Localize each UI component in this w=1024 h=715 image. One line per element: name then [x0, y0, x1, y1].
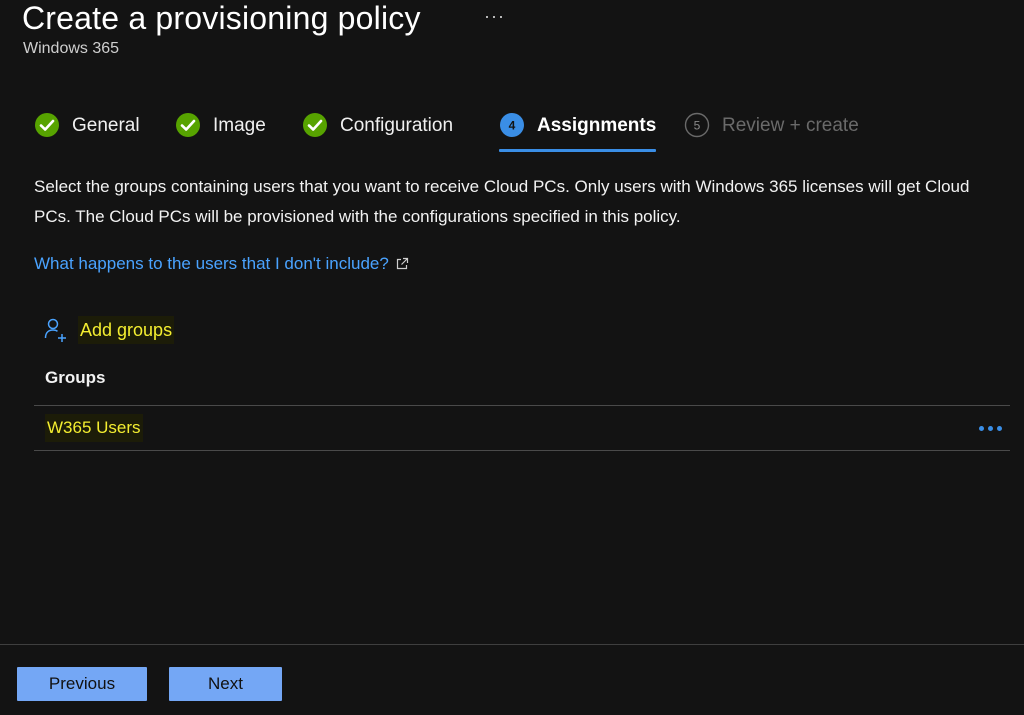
add-groups-button[interactable]: Add groups	[44, 316, 175, 344]
step-number-icon: 4	[500, 113, 524, 137]
groups-column-header: Groups	[45, 368, 106, 387]
more-options-icon[interactable]	[979, 418, 1002, 438]
checkmark-circle-icon	[176, 113, 200, 137]
assignments-description: Select the groups containing users that …	[34, 177, 970, 226]
step-label: Image	[213, 115, 266, 136]
step-number: 5	[694, 119, 701, 133]
learn-more-link-text[interactable]: What happens to the users that I don't i…	[34, 250, 389, 278]
learn-more-link[interactable]: What happens to the users that I don't i…	[34, 250, 409, 278]
step-image[interactable]: Image	[175, 112, 266, 152]
group-name[interactable]: W365 Users	[45, 414, 143, 442]
step-configuration[interactable]: Configuration	[302, 112, 453, 152]
add-person-icon	[44, 318, 66, 342]
page-title: Create a provisioning policy	[22, 0, 421, 36]
page-subtitle: Windows 365	[23, 40, 120, 57]
table-divider	[34, 450, 1010, 451]
wizard-steps: General Image Configuration 4 Assignment…	[34, 112, 994, 154]
footer-divider	[0, 644, 1024, 645]
next-button[interactable]: Next	[169, 667, 282, 701]
dot	[979, 425, 984, 431]
step-label: Configuration	[340, 115, 454, 136]
step-number-icon: 5	[684, 112, 710, 138]
step-general[interactable]: General	[34, 112, 140, 152]
dot	[988, 425, 993, 431]
checkmark-circle-icon	[303, 113, 327, 137]
step-review-create: 5 Review + create	[684, 112, 859, 152]
previous-button[interactable]: Previous	[17, 667, 147, 701]
checkmark-circle-icon	[35, 113, 59, 137]
step-label: Assignments	[537, 115, 657, 136]
step-label: General	[72, 115, 140, 136]
more-options-icon[interactable]: ···	[484, 6, 505, 27]
step-assignments[interactable]: 4 Assignments	[499, 112, 657, 152]
step-label: Review + create	[722, 115, 859, 136]
table-row[interactable]: W365 Users	[34, 406, 1010, 450]
add-groups-label: Add groups	[78, 316, 175, 344]
step-number: 4	[509, 119, 516, 133]
external-link-icon	[396, 257, 408, 270]
dot	[997, 425, 1002, 431]
provisioning-policy-page: Create a provisioning policy ··· Windows…	[0, 0, 1024, 715]
